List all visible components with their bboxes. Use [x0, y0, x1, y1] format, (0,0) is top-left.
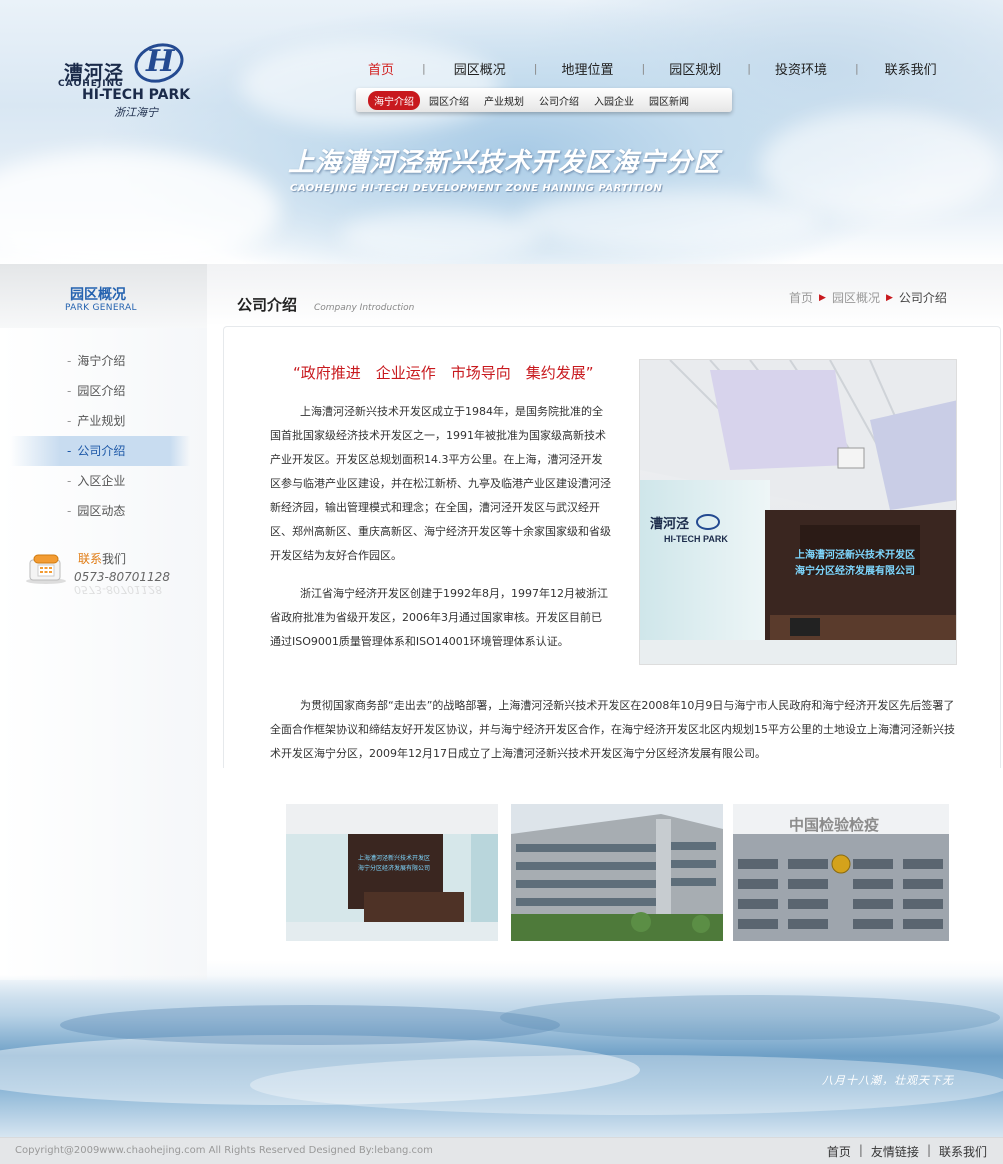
sidebar-item-news[interactable]: - 园区动态 — [0, 496, 207, 526]
photo-sign-line2: 海宁分区经济发展有限公司 — [795, 564, 915, 577]
footer: Copyright@2009www.chaohejing.com All Rig… — [0, 1137, 1003, 1164]
sidebar-menu: - 海宁介绍 - 园区介绍 - 产业规划 - 公司介绍 - 入区企业 - 园区动态 — [0, 346, 207, 526]
paragraph-1: 上海漕河泾新兴技术开发区成立于1984年，是国务院批准的全国首批国家级经济技术开… — [270, 405, 611, 562]
page-title: 公司介绍 — [237, 296, 298, 314]
subnav-enterprises[interactable]: 入园企业 — [588, 91, 640, 110]
nav-home[interactable]: 首页 — [368, 59, 394, 78]
thumbnail-building[interactable] — [511, 804, 723, 941]
nav-separator: | — [641, 61, 646, 75]
sidebar-header: 园区概况 PARK GENERAL — [0, 264, 207, 328]
sidebar-item-industry[interactable]: - 产业规划 — [0, 406, 207, 436]
page-subtitle: Company Introduction — [314, 303, 415, 313]
footer-separator: | — [858, 1143, 863, 1157]
sidebar-item-label: 园区动态 — [77, 504, 126, 518]
breadcrumb-home[interactable]: 首页 — [789, 289, 813, 306]
ocean-caption: 八月十八潮，壮观天下无 — [822, 1074, 954, 1087]
sidebar-item-company[interactable]: - 公司介绍 — [0, 436, 207, 466]
thumbnail-inspection-building[interactable]: 中国检验检疫 — [733, 804, 949, 941]
nav-separator: | — [747, 61, 751, 75]
breadcrumb-current: 公司介绍 — [898, 291, 947, 305]
nav-separator: | — [422, 61, 426, 75]
svg-text:海宁分区经济发展有限公司: 海宁分区经济发展有限公司 — [358, 864, 430, 872]
content-header: 公司介绍 Company Introduction 首页 ▶ 园区概况 ▶ 公司… — [207, 264, 1003, 326]
breadcrumb-arrow-icon: ▶ — [885, 292, 893, 303]
logo-en-line2: HI-TECH PARK — [82, 87, 191, 103]
sidebar-item-label: 海宁介绍 — [77, 354, 126, 368]
logo-mark: H — [146, 44, 175, 79]
breadcrumb-park[interactable]: 园区概况 — [832, 289, 880, 306]
nav-separator: | — [533, 61, 538, 75]
sidebar-item-haining[interactable]: - 海宁介绍 — [0, 346, 207, 376]
sidebar-item-park-intro[interactable]: - 园区介绍 — [0, 376, 207, 406]
footer-link-contact[interactable]: 联系我们 — [939, 1143, 987, 1160]
subnav-park-intro[interactable]: 园区介绍 — [423, 91, 475, 110]
dash-icon: - — [67, 474, 72, 488]
footer-separator: | — [926, 1143, 931, 1157]
nav-contact[interactable]: 联系我们 — [885, 59, 937, 78]
slogan: “政府推进 企业运作 市场导向 集约发展” — [293, 364, 594, 382]
sidebar: 园区概况 PARK GENERAL - 海宁介绍 - 园区介绍 - 产业规划 - 公司介… — [0, 264, 207, 980]
dash-icon: - — [67, 504, 72, 518]
office-lobby-photo: 漕河泾 HI-TECH PARK 上海漕河泾新兴技术开发区 海宁分区经济发展有限… — [639, 359, 957, 665]
svg-text:中国检验检疫: 中国检验检疫 — [789, 816, 879, 834]
thumbnail-lobby[interactable]: 上海漕河泾新兴技术开发区 海宁分区经济发展有限公司 — [286, 804, 498, 941]
footer-link-home[interactable]: 首页 — [827, 1143, 851, 1160]
main-navigation: 首页 | 园区概况 | 地理位置 | 园区规划 | 投资环境 | 联系我们 — [368, 56, 937, 80]
header-banner — [0, 0, 1003, 264]
subnav-news[interactable]: 园区新闻 — [643, 91, 695, 110]
sidebar-item-label: 园区介绍 — [77, 384, 126, 398]
breadcrumb-arrow-icon: ▶ — [819, 292, 826, 303]
sub-navigation: 海宁介绍 园区介绍 产业规划 公司介绍 入园企业 园区新闻 — [356, 88, 732, 112]
sidebar-subtitle: PARK GENERAL — [65, 303, 137, 313]
contact-phone: 0573-80701128 — [74, 570, 170, 584]
logo-signature: 浙江海宁 — [114, 106, 158, 119]
contact-box: 联系我们 0573-80701128 0573-80701128 — [24, 550, 184, 596]
banner-title: 上海漕河泾新兴技术开发区海宁分区 — [288, 148, 721, 178]
contact-label: 联系我们 — [78, 552, 127, 566]
subnav-haining[interactable]: 海宁介绍 — [368, 90, 420, 110]
phone-icon — [26, 554, 66, 584]
copyright: Copyright@2009www.chaohejing.com All Rig… — [15, 1145, 433, 1156]
banner-subtitle: CAOHEJING HI-TECH DEVELOPMENT ZONE HAINI… — [290, 183, 663, 194]
nav-location[interactable]: 地理位置 — [561, 59, 613, 78]
nav-park-planning[interactable]: 园区规划 — [669, 59, 721, 78]
sidebar-item-label: 公司介绍 — [77, 444, 126, 458]
photo-sign-line1: 上海漕河泾新兴技术开发区 — [795, 548, 915, 561]
svg-text:上海漕河泾新兴技术开发区: 上海漕河泾新兴技术开发区 — [358, 854, 430, 862]
sidebar-item-enterprises[interactable]: - 入区企业 — [0, 466, 207, 496]
subnav-company[interactable]: 公司介绍 — [533, 91, 585, 110]
sidebar-title: 园区概况 — [70, 287, 126, 303]
sidebar-item-label: 入区企业 — [77, 474, 126, 488]
footer-link-friends[interactable]: 友情链接 — [871, 1143, 919, 1160]
nav-investment[interactable]: 投资环境 — [775, 59, 827, 78]
nav-separator: | — [854, 61, 859, 75]
footer-links: 首页 | 友情链接 | 联系我们 — [827, 1143, 987, 1160]
paragraph-3: 为贯彻国家商务部“走出去”的战略部署，上海漕河泾新兴技术开发区在2008年10月… — [270, 699, 955, 760]
breadcrumb: 首页 ▶ 园区概况 ▶ 公司介绍 — [789, 289, 947, 306]
paragraph-2: 浙江省海宁经济开发区创建于1992年8月，1997年12月被浙江省政府批准为省级… — [270, 587, 608, 648]
dash-icon: - — [67, 414, 72, 428]
dash-icon: - — [67, 354, 72, 368]
contact-phone-reflection: 0573-80701128 — [74, 583, 162, 596]
nav-park-overview[interactable]: 园区概况 — [454, 59, 506, 78]
photo-logo-en: HI-TECH PARK — [664, 534, 728, 544]
ocean-banner: 八月十八潮，壮观天下无 — [0, 975, 1003, 1137]
sidebar-item-label: 产业规划 — [77, 414, 126, 428]
site-logo[interactable]: H 漕河泾 CAOHEJING HI-TECH PARK 浙江海宁 — [58, 37, 208, 122]
subnav-industry[interactable]: 产业规划 — [478, 91, 530, 110]
dash-icon: - — [67, 444, 72, 458]
photo-logo-cn: 漕河泾 — [650, 516, 689, 532]
dash-icon: - — [67, 384, 72, 398]
